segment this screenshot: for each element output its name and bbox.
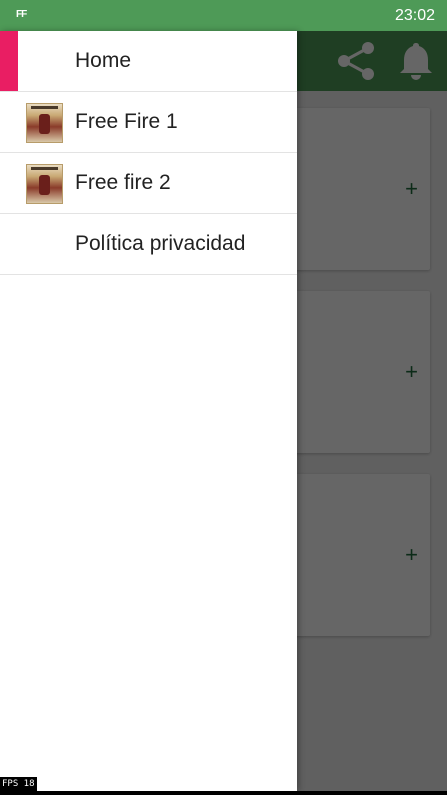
bottom-edge <box>0 791 447 795</box>
status-bar: FF 23:02 <box>0 0 447 31</box>
drawer-item-free-fire-1[interactable]: Free Fire 1 <box>0 92 297 153</box>
app-notification-icon: FF <box>16 9 27 20</box>
active-indicator <box>0 31 18 91</box>
drawer-item-label: Free Fire 1 <box>75 110 178 133</box>
drawer-item-free-fire-2[interactable]: Free fire 2 <box>0 153 297 214</box>
drawer-item-privacy-policy[interactable]: Política privacidad <box>0 214 297 275</box>
free-fire-thumbnail-icon <box>26 164 63 204</box>
drawer-item-home[interactable]: Home <box>0 31 297 92</box>
navigation-drawer: Home Free Fire 1 Free fire 2 Política pr… <box>0 31 297 791</box>
fps-counter: FPS 18 <box>0 777 37 791</box>
drawer-item-label: Política privacidad <box>75 232 246 255</box>
drawer-item-label: Home <box>75 49 132 72</box>
status-time: 23:02 <box>394 7 435 24</box>
free-fire-thumbnail-icon <box>26 103 63 143</box>
drawer-item-label: Free fire 2 <box>75 171 171 194</box>
